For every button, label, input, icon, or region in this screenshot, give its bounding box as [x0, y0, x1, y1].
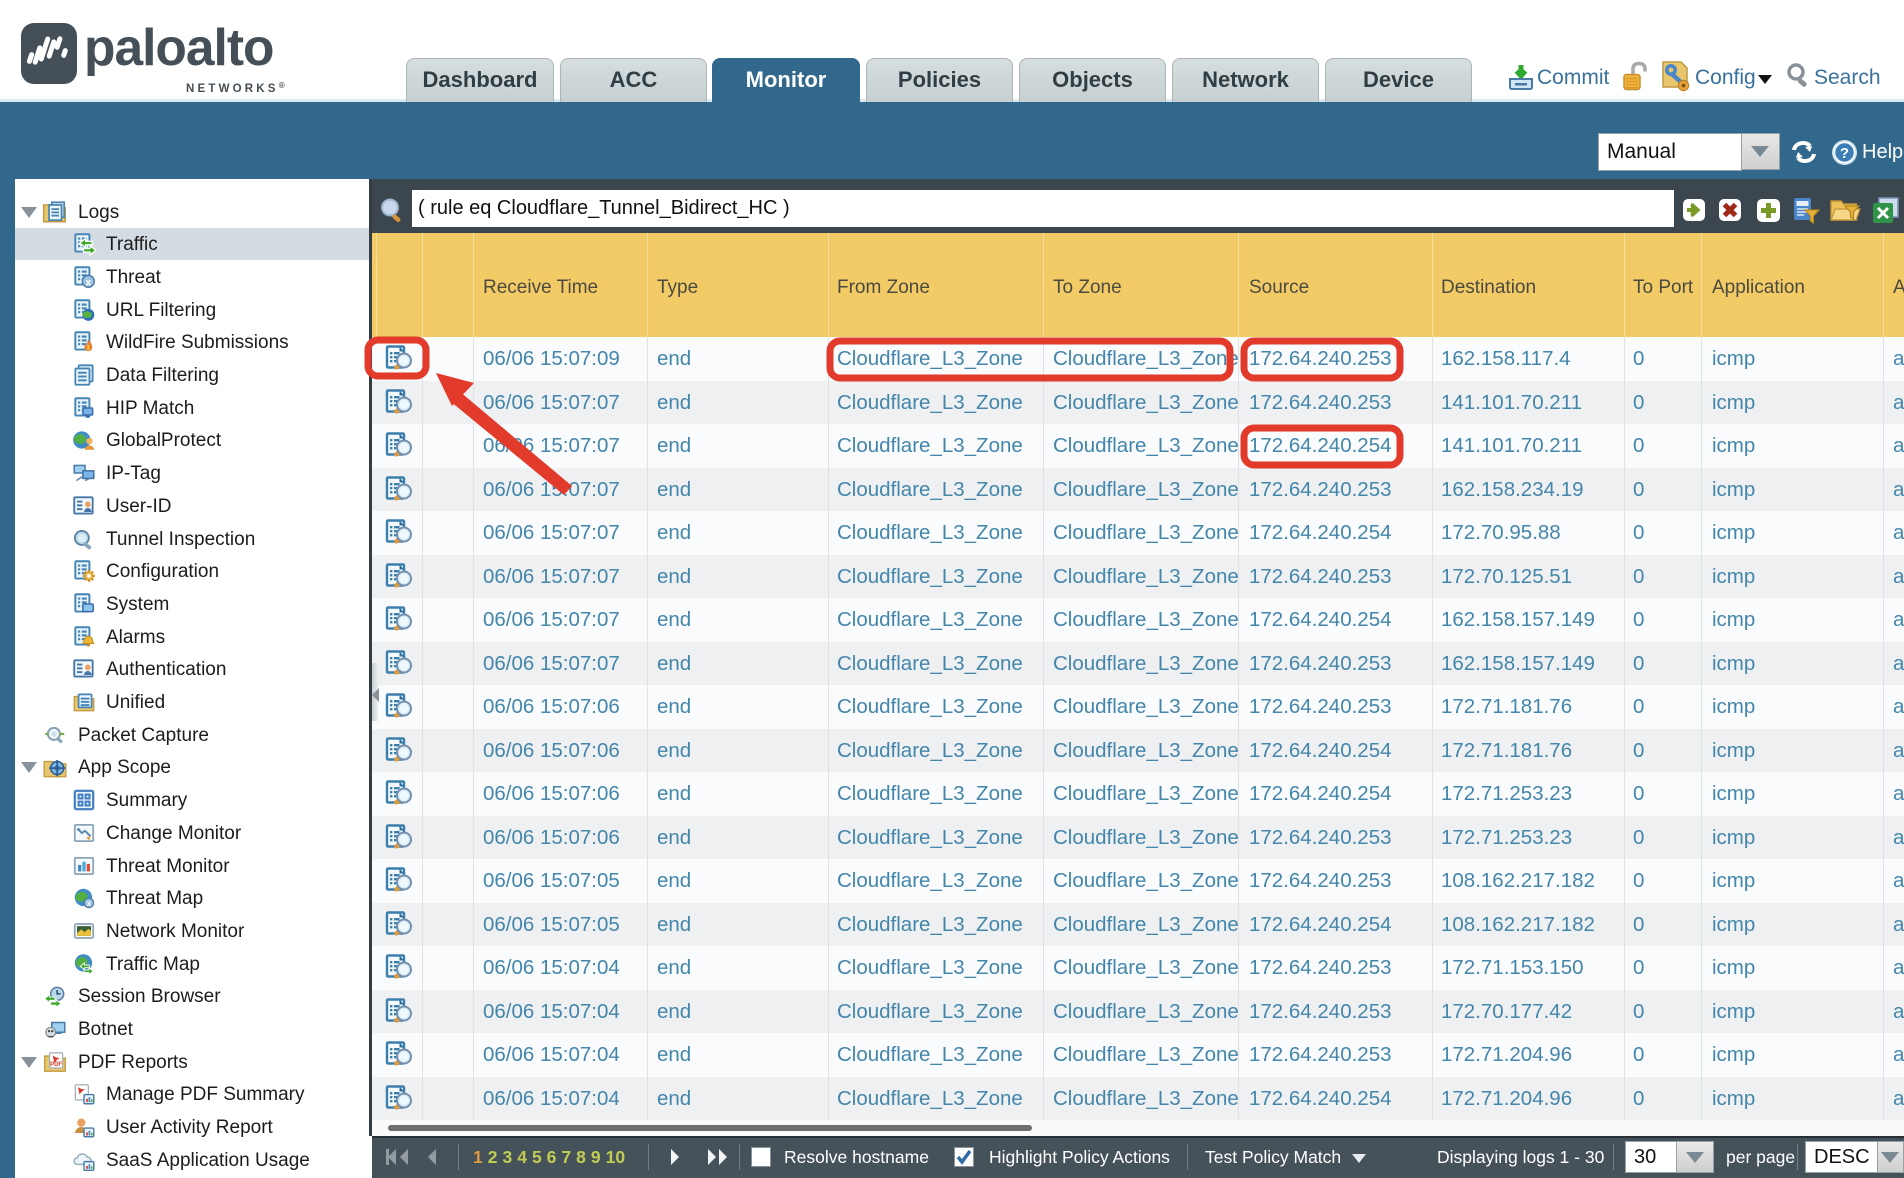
svg-text:?: ?	[1840, 145, 1849, 162]
svg-text:x: x	[87, 899, 92, 908]
svg-text:x: x	[86, 278, 92, 289]
svg-text:PDF: PDF	[50, 1061, 62, 1067]
